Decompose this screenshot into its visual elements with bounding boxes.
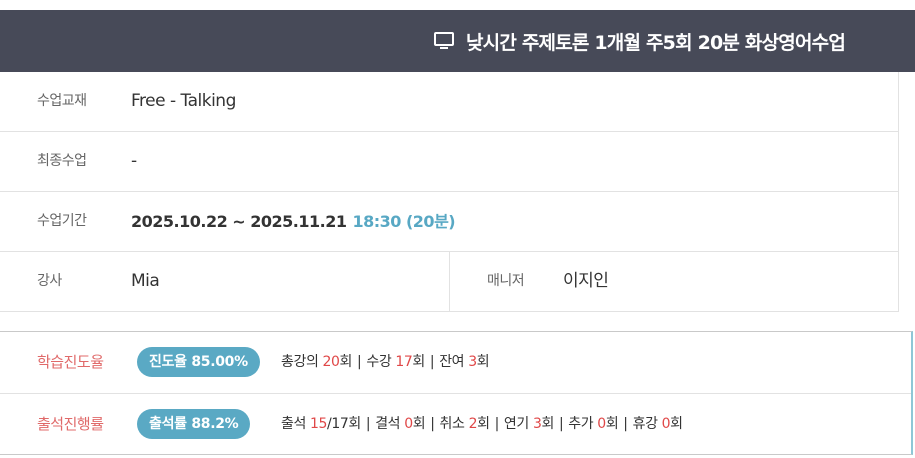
unit-text: 회 xyxy=(412,354,425,370)
separator: | xyxy=(365,416,371,432)
attendance-rate-badge: 출석률 88.2% xyxy=(137,409,251,439)
monitor-icon xyxy=(434,32,454,49)
learning-stats: 총강의 20회 | 수강 17회 | 잔여 3회 xyxy=(281,332,490,393)
unit-text: 회 xyxy=(477,416,490,432)
period-value: 2025.10.22 ~ 2025.11.21 18:30 (20분) xyxy=(131,192,456,251)
period-label: 수업기간 xyxy=(37,213,87,229)
break-value: 0 xyxy=(661,416,671,432)
separator: | xyxy=(429,354,435,370)
learning-rate-badge: 진도율 85.00% xyxy=(137,347,260,377)
class-time: 18:30 (20분) xyxy=(352,212,456,231)
manager-value: 이지인 xyxy=(563,271,609,291)
unit-text: 회 xyxy=(670,416,683,432)
attendance-progress-label: 출석진행률 xyxy=(37,415,104,433)
textbook-label: 수업교재 xyxy=(37,93,87,109)
teacher-value: Mia xyxy=(131,271,160,291)
period-row: 수업기간 2025.10.22 ~ 2025.11.21 18:30 (20분) xyxy=(0,192,898,252)
extra-label: 추가 xyxy=(568,416,594,432)
separator: | xyxy=(494,416,500,432)
separator: | xyxy=(623,416,628,432)
learning-progress-row: 학습진도율 진도율 85.00% 총강의 20회 | 수강 17회 | 잔여 3회 xyxy=(0,332,911,394)
period-dates: 2025.10.22 ~ 2025.11.21 xyxy=(131,212,347,231)
manager-label: 매니저 xyxy=(487,273,525,289)
separator: | xyxy=(357,354,362,370)
attend-total: /17회 xyxy=(327,416,361,432)
textbook-row: 수업교재 Free - Talking xyxy=(0,72,898,132)
cancel-value: 2 xyxy=(468,416,478,432)
unit-text: 회 xyxy=(412,416,426,432)
cancel-label: 취소 xyxy=(439,416,465,432)
separator: | xyxy=(558,416,564,432)
break-label: 휴강 xyxy=(632,416,658,432)
unit-text: 회 xyxy=(605,416,619,432)
course-title: 낮시간 주제토론 1개월 주5회 20분 화상영어수업 xyxy=(466,31,846,54)
attend-label: 출석 xyxy=(281,416,306,432)
class-info-table: 수업교재 Free - Talking 최종수업 - 수업기간 2025.10.… xyxy=(0,72,899,312)
last-class-value: - xyxy=(131,151,137,171)
unit-text: 회 xyxy=(476,354,490,370)
class-info-panel: 낮시간 주제토론 1개월 주5회 20분 화상영어수업 수업교재 Free - … xyxy=(0,0,915,458)
separator: | xyxy=(430,416,435,432)
unit-text: 회 xyxy=(541,416,554,432)
progress-box: 학습진도율 진도율 85.00% 총강의 20회 | 수강 17회 | 잔여 3회 출석… xyxy=(0,331,913,455)
remaining-label: 잔여 xyxy=(439,354,465,370)
total-lectures-value: 20 xyxy=(322,354,340,370)
attendance-stats: 출석 15/17회 | 결석 0회 | 취소 2회 | 연기 3회 | 추가 0회 | 휴강 0회 xyxy=(281,394,683,455)
attend-value: 15 xyxy=(310,416,328,432)
total-lectures-label: 총강의 xyxy=(281,354,319,370)
course-title-wrap: 낮시간 주제토론 1개월 주5회 20분 화상영어수업 xyxy=(434,10,846,72)
unit-text: 회 xyxy=(339,354,353,370)
teacher-label: 강사 xyxy=(37,273,62,289)
last-class-row: 최종수업 - xyxy=(0,132,898,192)
learning-progress-label: 학습진도율 xyxy=(37,353,104,371)
course-header: 낮시간 주제토론 1개월 주5회 20분 화상영어수업 xyxy=(0,10,915,72)
remaining-value: 3 xyxy=(468,354,477,370)
absent-value: 0 xyxy=(404,416,413,432)
column-divider xyxy=(449,252,450,311)
taken-value: 17 xyxy=(395,354,413,370)
postpone-label: 연기 xyxy=(503,416,529,432)
extra-value: 0 xyxy=(597,416,606,432)
attendance-progress-row: 출석진행률 출석률 88.2% 출석 15/17회 | 결석 0회 | 취소 2회 | 연기… xyxy=(0,394,911,455)
textbook-value: Free - Talking xyxy=(131,91,236,111)
staff-row: 강사 Mia 매니저 이지인 xyxy=(0,252,898,312)
taken-label: 수강 xyxy=(366,354,392,370)
absent-label: 결석 xyxy=(375,416,401,432)
last-class-label: 최종수업 xyxy=(37,153,87,169)
